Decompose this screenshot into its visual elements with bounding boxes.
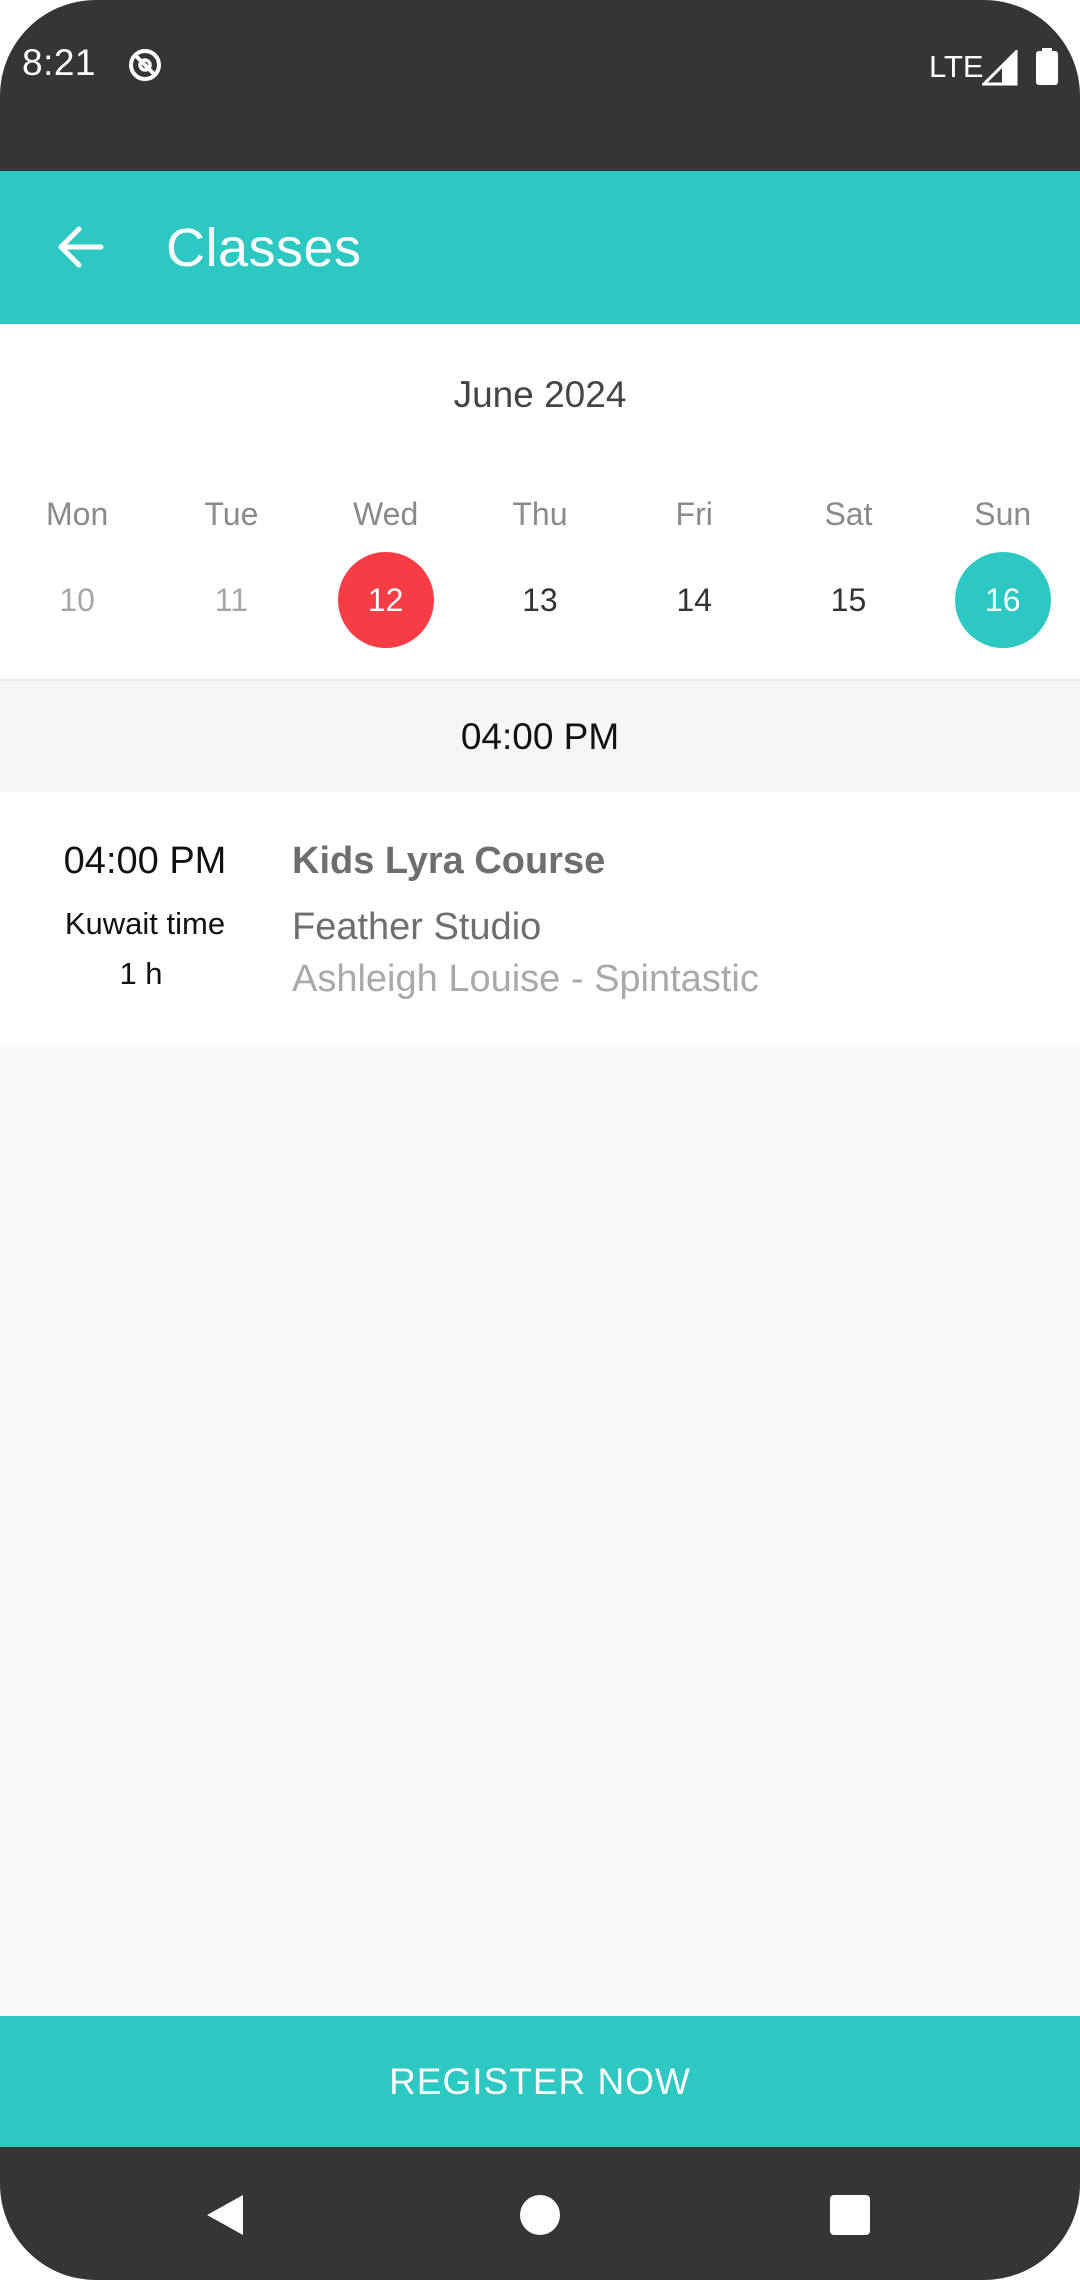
weekday-label: Wed [353, 496, 419, 532]
date-number: 13 [522, 581, 558, 618]
weekday-label: Thu [512, 496, 568, 532]
class-name: Kids Lyra Course [292, 840, 606, 882]
nav-home-button[interactable] [500, 2175, 580, 2255]
home-circle-icon [520, 2195, 560, 2235]
date-cell-12-today[interactable]: 12 [309, 550, 463, 650]
date-cell-16-selected[interactable]: 16 [926, 550, 1080, 650]
network-type-label: LTE [929, 49, 984, 84]
time-section-header: 04:00 PM [0, 681, 1080, 792]
status-bar: 8:21 LTE [0, 0, 1080, 171]
date-number: 15 [830, 581, 867, 618]
register-now-button[interactable]: REGISTER NOW [0, 2016, 1080, 2147]
recents-square-icon [830, 2195, 870, 2235]
empty-content-area [0, 1047, 1080, 2016]
weekday-label: Mon [46, 496, 109, 532]
class-instructor: Ashleigh Louise - Spintastic [292, 958, 759, 1000]
date-number-today: 12 [337, 552, 434, 648]
device-screen: 8:21 LTE Classes June 2024 Mon Tue Wed T… [0, 0, 1080, 2280]
weekday-label: Sat [824, 496, 873, 532]
date-number: 11 [214, 581, 248, 618]
date-row: 10 11 12 13 14 15 16 [0, 550, 1080, 650]
date-cell-14[interactable]: 14 [617, 550, 771, 650]
weekday-label: Tue [204, 496, 259, 532]
date-cell-11[interactable]: 11 [154, 550, 308, 650]
class-duration: 1 h [119, 956, 163, 991]
nav-recents-button[interactable] [810, 2175, 890, 2255]
signal-icon [980, 48, 1018, 86]
arrow-left-icon [58, 226, 104, 268]
date-number-selected: 16 [954, 552, 1051, 648]
date-cell-10[interactable]: 10 [0, 550, 154, 650]
class-timezone: Kuwait time [64, 906, 226, 941]
app-bar: Classes [0, 171, 1080, 324]
weekday-label: Sun [974, 496, 1032, 532]
class-start-time: 04:00 PM [63, 840, 227, 882]
back-triangle-icon [207, 2195, 243, 2235]
do-not-disturb-icon [127, 47, 163, 83]
date-number: 14 [676, 581, 712, 618]
weekday-label: Fri [675, 496, 713, 532]
status-time: 8:21 [22, 42, 97, 83]
battery-icon [1036, 48, 1058, 85]
class-studio: Feather Studio [292, 906, 542, 948]
date-number: 10 [59, 581, 95, 618]
date-cell-15[interactable]: 15 [771, 550, 925, 650]
weekday-row: Mon Tue Wed Thu Fri Sat Sun [0, 496, 1080, 533]
nav-back-button[interactable] [185, 2175, 265, 2255]
back-button[interactable] [40, 207, 120, 287]
week-calendar: June 2024 Mon Tue Wed Thu Fri Sat Sun 10… [0, 324, 1080, 681]
month-label: June 2024 [453, 374, 627, 415]
page-title: Classes [166, 218, 362, 278]
system-nav-bar [0, 2147, 1080, 2280]
date-cell-13[interactable]: 13 [463, 550, 617, 650]
class-list-item[interactable]: 04:00 PM Kuwait time 1 h Kids Lyra Cours… [0, 792, 1080, 1047]
